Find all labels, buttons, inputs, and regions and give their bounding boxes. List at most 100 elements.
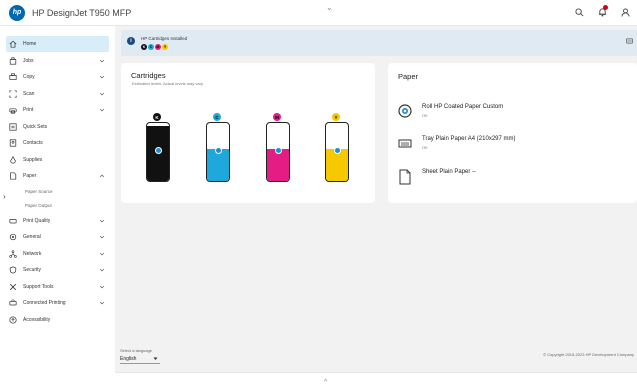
print-quality-icon [9,217,17,225]
cartridge-magenta[interactable] [266,122,290,182]
yellow-cartridge-dot: Y [162,44,168,50]
sidebar-item-connected-printing[interactable]: Connected Printing [6,295,109,311]
sidebar-item-supplies[interactable]: Supplies [6,152,109,168]
top-bar: hp HP DesignJet T950 MFP ⌄ [0,0,637,26]
cartridge-status-dot [275,147,282,154]
quick-sets-icon [9,122,17,131]
cartridge-badge-black: K [153,113,161,121]
cartridge-yellow[interactable] [325,122,349,182]
sidebar-item-paper[interactable]: Paper [6,168,109,184]
sidebar-collapse-chevron-icon[interactable]: › [3,192,6,201]
sidebar-item-label: Connected Printing [23,300,66,306]
sidebar-item-label: Print [23,107,34,113]
supplies-icon [9,155,17,164]
cartridge-badge-magenta: M [273,113,281,121]
sidebar-item-label: Quick Sets [23,123,48,130]
info-icon: i [127,37,135,45]
sidebar-item-print-quality[interactable]: Print Quality [6,213,109,229]
chevron-down-icon[interactable] [99,300,105,306]
tray-icon [398,136,412,150]
sidebar-item-label: Jobs [23,57,34,64]
scan-icon [9,89,17,98]
paper-item-name: Tray Plain Paper A4 (210x297 mm) [422,136,516,142]
black-cartridge-dot: K [141,44,147,50]
sidebar-item-jobs[interactable]: Jobs [6,53,109,69]
chevron-down-icon[interactable] [99,107,105,113]
magenta-cartridge-dot: M [155,44,161,50]
sidebar-item-accessibility[interactable]: Accessibility [6,312,109,328]
paper-item-name: Roll HP Coated Paper Custom [422,104,504,110]
sidebar-item-support-tools[interactable]: Support Tools [6,279,109,295]
banner-dismiss-icon[interactable] [626,38,633,46]
sidebar-item-home[interactable]: Home [6,36,109,52]
sidebar-item-contacts[interactable]: Contacts [6,135,109,151]
cartridge-status-dot [215,147,222,154]
expand-handle-icon[interactable]: ^ [324,379,327,386]
dropdown-caret-icon [153,357,158,360]
chevron-down-icon[interactable] [99,267,105,273]
sidebar-subitem-paper-output[interactable]: Paper Output [25,199,115,213]
chevron-down-icon[interactable] [99,74,105,80]
cartridge-black[interactable] [146,122,170,182]
sidebar-item-label: Supplies [23,156,43,163]
jobs-icon [9,56,17,65]
user-icon[interactable] [619,6,631,18]
chevron-down-icon[interactable] [99,218,105,224]
security-icon [9,266,17,274]
sidebar-item-print[interactable]: Print [6,102,109,118]
paper-item-name: Sheet Plain Paper -- [422,169,477,175]
language-value: English [120,356,137,362]
cyan-cartridge-dot: C [148,44,154,50]
sheet-icon [398,169,412,185]
cartridge-cyan[interactable] [206,122,230,182]
sidebar-item-quick-sets[interactable]: Quick Sets [6,119,109,135]
accessibility-icon [9,315,17,324]
sidebar-item-label: General [23,234,41,240]
notifications-icon[interactable] [596,5,608,18]
cartridges-title: Cartridges [131,71,166,80]
bottom-bar [115,372,637,389]
app-title: HP DesignJet T950 MFP [32,7,132,18]
chevron-down-icon[interactable] [99,284,105,290]
sidebar-item-label: Network [23,250,42,257]
banner-cartridge-dots: K C M Y [141,44,168,50]
sidebar: Home Jobs Copy Scan Print Quick Sets Con… [0,26,115,389]
chevron-down-icon[interactable] [99,251,105,257]
search-icon[interactable] [573,6,585,18]
hp-logo-icon: hp [9,4,25,21]
paper-title: Paper [398,72,419,81]
cartridge-status-dot [334,147,341,154]
notification-dot [603,5,608,10]
home-icon [9,40,17,48]
paper-item-state: OK [422,145,428,150]
sidebar-item-label: Home [23,41,37,47]
cartridge-status-dot [155,147,162,154]
chevron-down-icon[interactable] [99,91,105,97]
sidebar-item-security[interactable]: Security [6,262,109,278]
sidebar-item-copy[interactable]: Copy [6,69,109,85]
sidebar-item-label: Copy [23,74,35,80]
sidebar-item-label: Scan [23,90,35,97]
support-tools-icon [9,283,17,291]
sidebar-subitem-paper-source[interactable]: Paper Source [25,185,115,199]
sidebar-item-label: Paper [23,173,37,179]
sidebar-item-scan[interactable]: Scan [6,86,109,102]
connected-printing-icon [9,299,17,307]
top-icons [573,5,631,18]
chevron-down-icon[interactable] [99,58,105,64]
roll-icon [398,104,412,118]
cartridge-badge-cyan: C [213,113,221,121]
sidebar-item-label: Contacts [23,140,43,146]
sidebar-item-label: Security [23,267,42,273]
collapse-handle-icon[interactable]: ⌄ [326,3,333,12]
chevron-down-icon[interactable] [99,234,105,240]
cartridge-badge-yellow: Y [332,113,340,121]
chevron-up-icon[interactable] [99,173,105,179]
sidebar-item-general[interactable]: General [6,229,109,245]
general-icon [9,233,17,241]
sidebar-item-network[interactable]: Network [6,246,109,262]
sidebar-item-label: Accessibility [23,316,51,323]
contacts-icon [9,139,17,147]
copyright-text: © Copyright 2015-2023 HP Development Com… [543,352,634,357]
language-select[interactable]: English [120,355,160,364]
